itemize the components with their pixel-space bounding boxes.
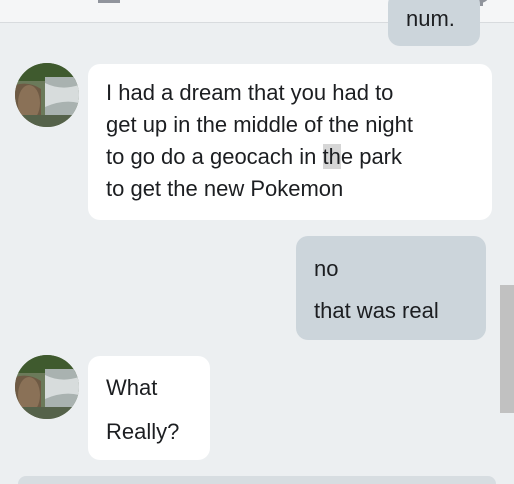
contact-avatar[interactable] xyxy=(15,63,79,127)
message-line: no xyxy=(314,256,339,281)
message-line: to go do a geocach in the park xyxy=(106,141,492,173)
message-bubble-incoming: What Really? xyxy=(88,356,210,460)
text-selection-highlight: th xyxy=(322,144,341,169)
message-line: that was real xyxy=(314,298,439,323)
message-bubble-incoming: I had a dream that you had to get up in … xyxy=(88,64,492,220)
message-bubble-next-partial xyxy=(18,476,496,484)
message-line: Really? xyxy=(106,419,180,444)
message-line: to get the new Pokemon xyxy=(106,176,344,201)
message-bubble-outgoing-partial: num. xyxy=(388,0,480,46)
message-line-segment: to go do a geocach in xyxy=(106,144,323,169)
message-line: get up in the middle of the night xyxy=(106,112,413,137)
menu-icon[interactable] xyxy=(98,0,120,3)
message-text: num. xyxy=(406,6,455,31)
message-line-segment: e park xyxy=(340,144,403,169)
contact-avatar[interactable] xyxy=(15,355,79,419)
message-line: I had a dream that you had to xyxy=(106,80,394,105)
message-line: What xyxy=(106,375,158,400)
message-bubble-outgoing: no that was real xyxy=(296,236,486,340)
scrollbar-thumb[interactable] xyxy=(500,285,514,413)
